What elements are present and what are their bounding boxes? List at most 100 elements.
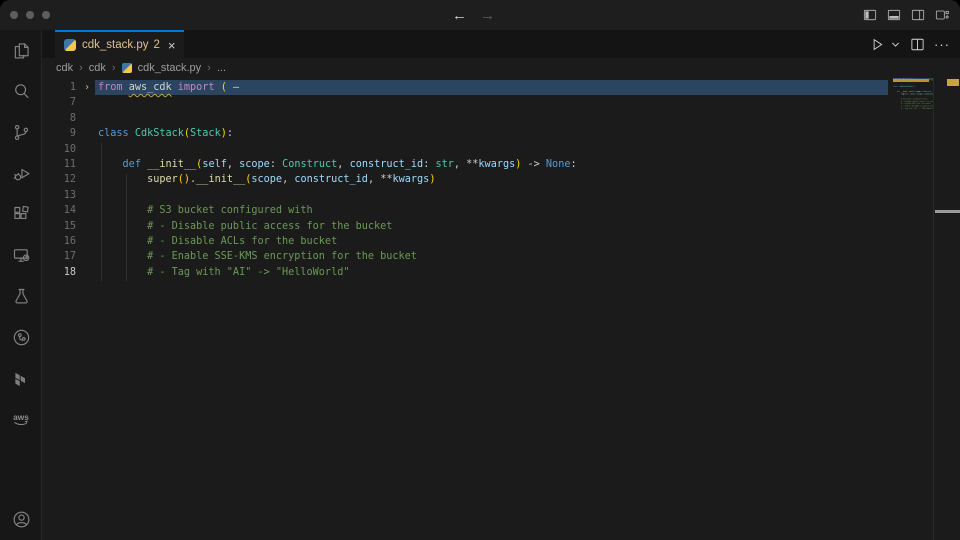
git-graph-icon[interactable] xyxy=(0,317,42,358)
zoom-window-button[interactable] xyxy=(42,11,50,19)
account-icon[interactable] xyxy=(0,500,42,538)
navigate-forward-button[interactable]: → xyxy=(480,7,495,24)
editor-region: cdk_stack.py 2 × ··· cdk › cdk xyxy=(42,30,960,540)
code-editor[interactable]: 1›from aws_cdk import ( –789 class CdkSta… xyxy=(42,78,960,540)
line-number[interactable]: 1 xyxy=(42,80,76,95)
code-line[interactable]: 1›from aws_cdk import ( – xyxy=(42,80,960,95)
explorer-icon[interactable] xyxy=(0,30,42,71)
line-number[interactable]: 10 xyxy=(42,142,76,157)
more-actions-icon[interactable]: ··· xyxy=(934,37,950,52)
code-line[interactable]: 15 # - Disable public access for the buc… xyxy=(42,219,960,234)
chevron-right-icon: › xyxy=(207,62,211,74)
code-line[interactable]: 16 # - Disable ACLs for the bucket xyxy=(42,234,960,249)
code-text: def __init__(self, scope: Construct, con… xyxy=(98,157,577,172)
minimize-window-button[interactable] xyxy=(26,11,34,19)
code-line[interactable]: 10 xyxy=(42,142,960,157)
search-icon[interactable] xyxy=(0,71,42,112)
code-text: from aws_cdk import ( – xyxy=(98,80,239,95)
svg-text:aws: aws xyxy=(13,412,29,422)
code-lines[interactable]: 1›from aws_cdk import ( –789 class CdkSta… xyxy=(42,80,960,280)
python-file-icon xyxy=(64,39,76,51)
tab-close-icon[interactable]: × xyxy=(168,39,176,52)
testing-icon[interactable] xyxy=(0,276,42,317)
run-options-chevron-icon[interactable] xyxy=(890,39,901,50)
fold-gutter xyxy=(76,188,98,203)
line-number[interactable]: 15 xyxy=(42,219,76,234)
titlebar: ← → xyxy=(0,0,960,30)
line-number[interactable]: 8 xyxy=(42,111,76,126)
minimap-border xyxy=(933,78,934,540)
code-line[interactable]: 9 class CdkStack(Stack): xyxy=(42,126,960,141)
fold-gutter xyxy=(76,219,98,234)
source-control-icon[interactable] xyxy=(0,112,42,153)
fold-gutter xyxy=(76,95,98,110)
run-python-file-icon[interactable] xyxy=(870,37,885,52)
code-line[interactable]: 8 xyxy=(42,111,960,126)
code-line[interactable]: 12 super().__init__(scope, construct_id,… xyxy=(42,172,960,187)
aws-icon[interactable]: aws xyxy=(0,399,42,440)
tab-cdk-stack-py[interactable]: cdk_stack.py 2 × xyxy=(55,30,184,58)
code-text: # S3 bucket configured with xyxy=(98,203,313,218)
breadcrumb-item-file[interactable]: cdk_stack.py xyxy=(138,62,202,74)
fold-gutter xyxy=(76,111,98,126)
code-line[interactable]: 18 # - Tag with "AI" -> "HelloWorld" xyxy=(42,265,960,280)
fold-gutter xyxy=(76,126,98,141)
chevron-right-icon: › xyxy=(79,62,83,74)
minimap[interactable]: 1›from aws_cdk import ( –789class CdkSta… xyxy=(893,78,933,318)
tab-badge: 2 xyxy=(153,39,159,51)
code-line[interactable]: 14 # S3 bucket configured with xyxy=(42,203,960,218)
code-text: # - Enable SSE-KMS encryption for the bu… xyxy=(98,249,417,264)
line-number[interactable]: 16 xyxy=(42,234,76,249)
line-number[interactable]: 11 xyxy=(42,157,76,172)
line-number[interactable]: 17 xyxy=(42,249,76,264)
code-text: # - Disable ACLs for the bucket xyxy=(98,234,337,249)
code-line[interactable]: 7 xyxy=(42,95,960,110)
fold-gutter xyxy=(76,234,98,249)
fold-gutter xyxy=(76,249,98,264)
extensions-icon[interactable] xyxy=(0,194,42,235)
line-number[interactable]: 14 xyxy=(42,203,76,218)
terraform-icon[interactable] xyxy=(0,358,42,399)
toggle-sidebar-icon[interactable] xyxy=(862,7,878,23)
minimap-warning-marker xyxy=(893,79,929,82)
code-text: super().__init__(scope, construct_id, **… xyxy=(98,172,435,187)
activity-bar: aws xyxy=(0,30,42,540)
line-number[interactable]: 12 xyxy=(42,172,76,187)
code-text: class CdkStack(Stack): xyxy=(98,126,233,141)
breadcrumb: cdk › cdk › cdk_stack.py › ... xyxy=(42,58,960,78)
vscode-window: ← → xyxy=(0,0,960,540)
navigate-back-button[interactable]: ← xyxy=(452,7,467,24)
split-editor-icon[interactable] xyxy=(910,37,925,52)
code-lines[interactable]: 1›from aws_cdk import ( –789class CdkSta… xyxy=(893,78,933,110)
fold-gutter xyxy=(76,172,98,187)
tab-bar: cdk_stack.py 2 × ··· xyxy=(42,30,960,58)
line-number[interactable]: 18 xyxy=(42,265,76,280)
fold-gutter xyxy=(76,142,98,157)
close-window-button[interactable] xyxy=(10,11,18,19)
breadcrumb-item-cdk[interactable]: cdk xyxy=(56,62,73,74)
fold-gutter xyxy=(76,157,98,172)
breadcrumb-item-cdk-2[interactable]: cdk xyxy=(89,62,106,74)
line-number[interactable]: 7 xyxy=(42,95,76,110)
fold-gutter xyxy=(76,265,98,280)
code-line[interactable]: 11 def __init__(self, scope: Construct, … xyxy=(42,157,960,172)
customize-layout-icon[interactable] xyxy=(934,7,950,23)
traffic-lights[interactable] xyxy=(10,0,50,30)
toggle-panel-icon[interactable] xyxy=(886,7,902,23)
code-text: # - Disable public access for the bucket xyxy=(98,219,392,234)
code-text: # - Tag with "AI" -> "HelloWorld" xyxy=(98,265,349,280)
tab-label: cdk_stack.py xyxy=(82,39,148,51)
line-number[interactable]: 13 xyxy=(42,188,76,203)
code-line[interactable]: 13 xyxy=(42,188,960,203)
overview-ruler-warning-marker xyxy=(947,79,959,86)
code-line[interactable]: 18 # - Tag with "AI" -> "HelloWorld" xyxy=(893,108,933,110)
toggle-secondary-sidebar-icon[interactable] xyxy=(910,7,926,23)
line-number[interactable]: 9 xyxy=(42,126,76,141)
overview-ruler-cursor-marker xyxy=(935,210,960,213)
breadcrumb-item-symbol[interactable]: ... xyxy=(217,62,226,74)
run-and-debug-icon[interactable] xyxy=(0,153,42,194)
chevron-right-icon: › xyxy=(112,62,116,74)
remote-explorer-icon[interactable] xyxy=(0,235,42,276)
code-line[interactable]: 17 # - Enable SSE-KMS encryption for the… xyxy=(42,249,960,264)
python-file-icon xyxy=(122,63,132,73)
